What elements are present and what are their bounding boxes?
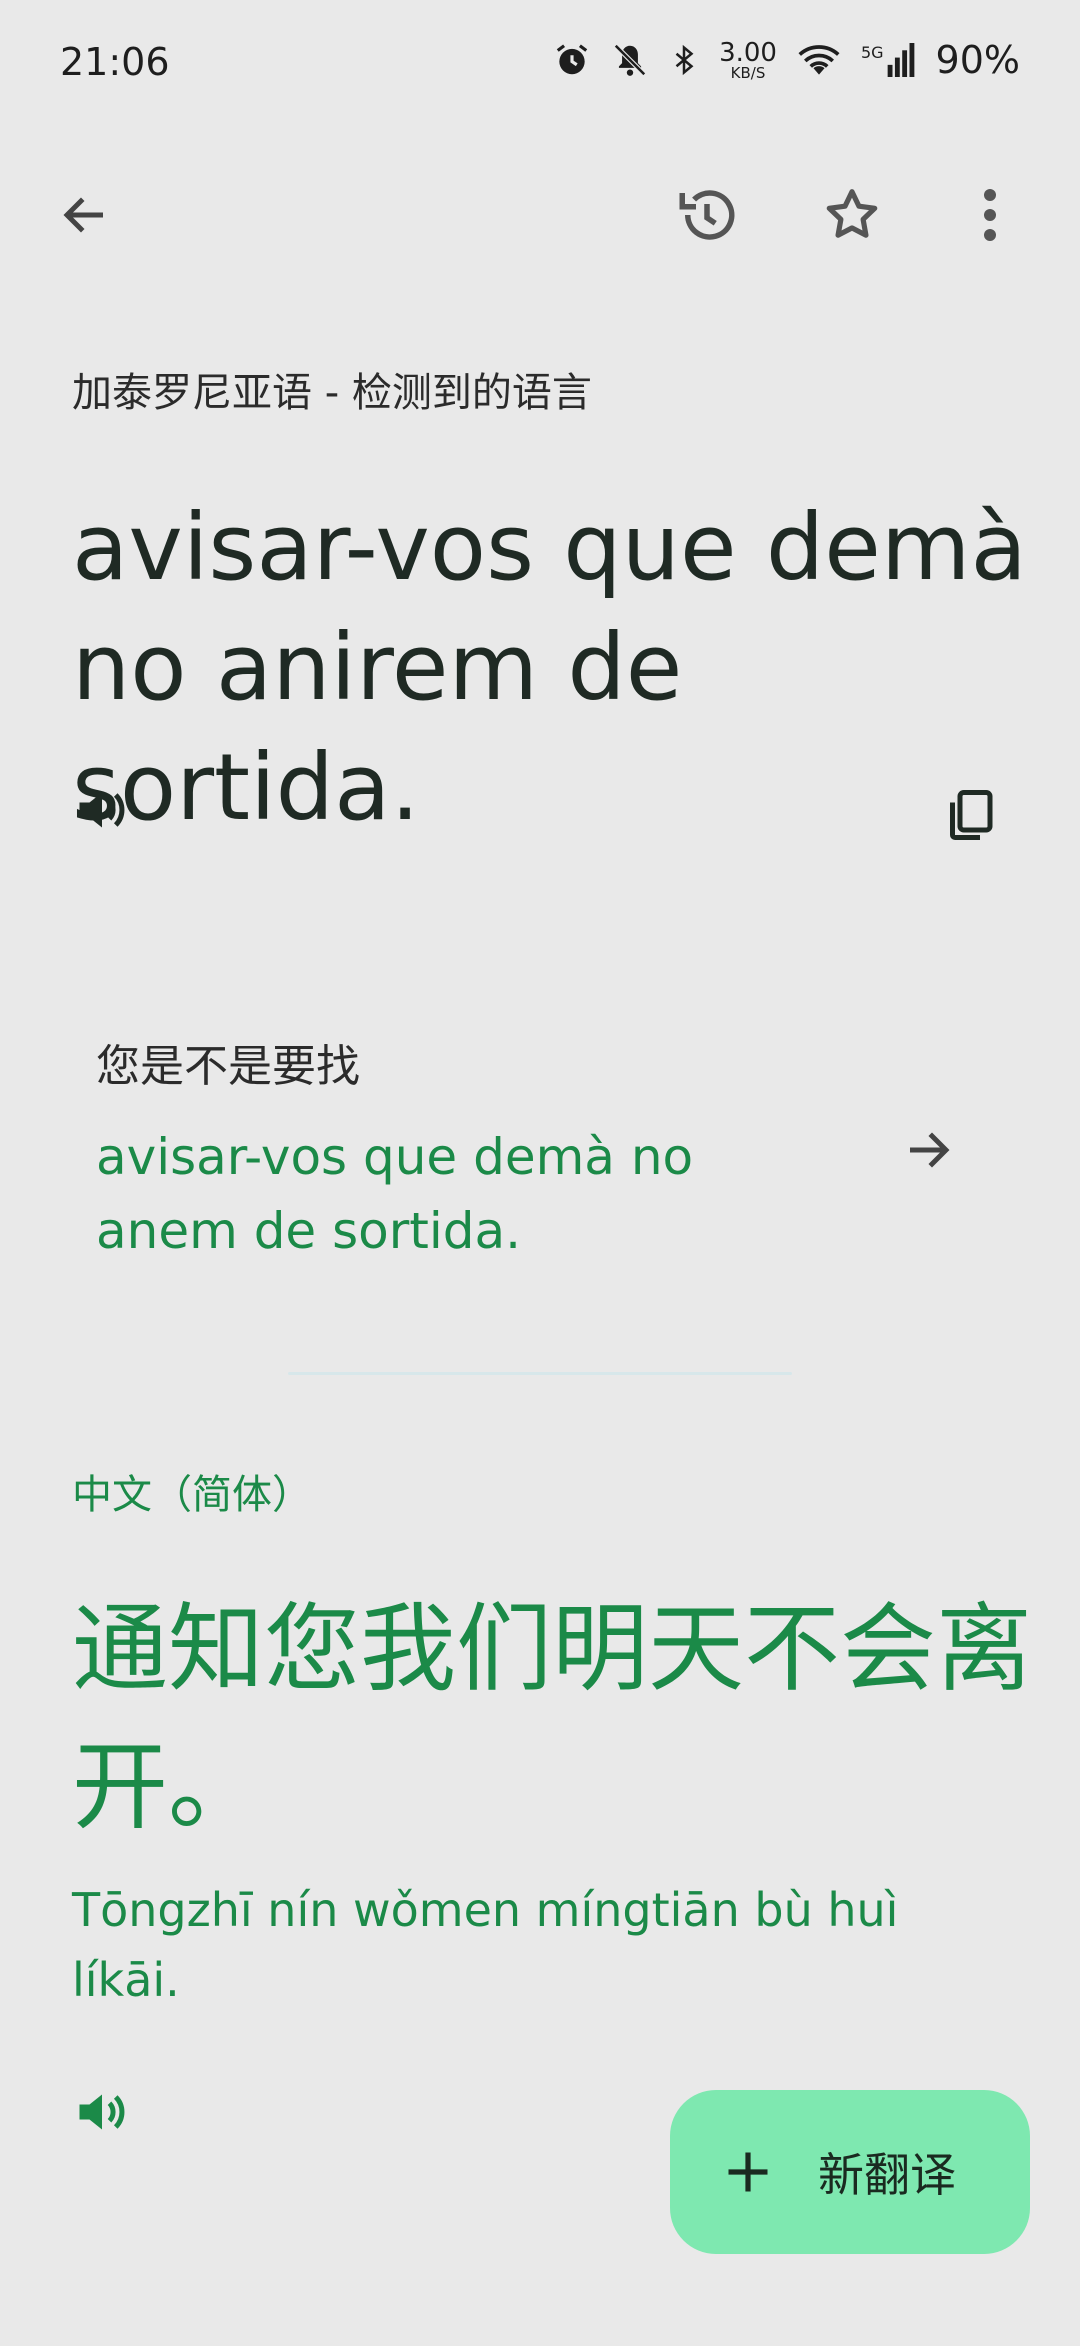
did-you-mean-label: 您是不是要找 <box>96 1041 360 1092</box>
copy-button[interactable] <box>935 780 1005 850</box>
battery-level: 90% <box>935 38 1020 82</box>
divider <box>288 1372 792 1375</box>
status-icons: 3.00 KB/S 5G 90% <box>553 38 1020 82</box>
copy-icon <box>950 790 993 840</box>
net-speed: 3.00 KB/S <box>719 40 777 81</box>
more-vert-icon <box>984 189 996 241</box>
wifi-icon <box>798 45 840 75</box>
notifications-off-icon <box>614 44 646 76</box>
bluetooth-icon <box>675 44 694 76</box>
did-you-mean-suggestion[interactable]: avisar-vos que demà no anem de sortida. <box>96 1120 796 1268</box>
arrow-left-icon <box>63 197 103 233</box>
net-speed-unit: KB/S <box>730 63 766 82</box>
network-type: 5G <box>860 43 884 62</box>
volume-icon <box>79 2094 125 2130</box>
back-button[interactable] <box>45 175 125 255</box>
favorite-button[interactable] <box>812 175 892 255</box>
transliteration-text: Tōngzhī nín wǒmen míngtiān bù huì líkāi. <box>72 1883 899 2007</box>
more-options-button[interactable] <box>950 175 1030 255</box>
history-icon <box>679 190 735 240</box>
arrow-right-icon <box>910 1132 950 1168</box>
plus-icon <box>728 2152 768 2192</box>
target-language-label[interactable]: 中文（简体） <box>72 1462 312 1520</box>
source-text[interactable]: avisar-vos que demà no anirem de sortida… <box>72 488 1032 848</box>
alarm-icon <box>556 44 588 75</box>
new-translation-button[interactable]: 新翻译 <box>670 2090 1030 2254</box>
status-time: 21:06 <box>60 40 170 84</box>
apply-suggestion-button[interactable] <box>888 1110 968 1190</box>
history-button[interactable] <box>667 175 747 255</box>
translation-text[interactable]: 通知您我们明天不会离开。 <box>72 1580 1032 1856</box>
net-speed-value: 3.00 <box>719 37 777 68</box>
source-speak-button[interactable] <box>72 780 132 840</box>
star-outline-icon <box>826 189 878 238</box>
new-translation-label: 新翻译 <box>818 2148 956 2202</box>
volume-icon <box>79 792 125 828</box>
cell-signal-icon: 5G <box>861 43 916 77</box>
source-language-label[interactable]: 加泰罗尼亚语 - 检测到的语言 <box>72 360 592 418</box>
target-speak-button[interactable] <box>72 2082 132 2142</box>
